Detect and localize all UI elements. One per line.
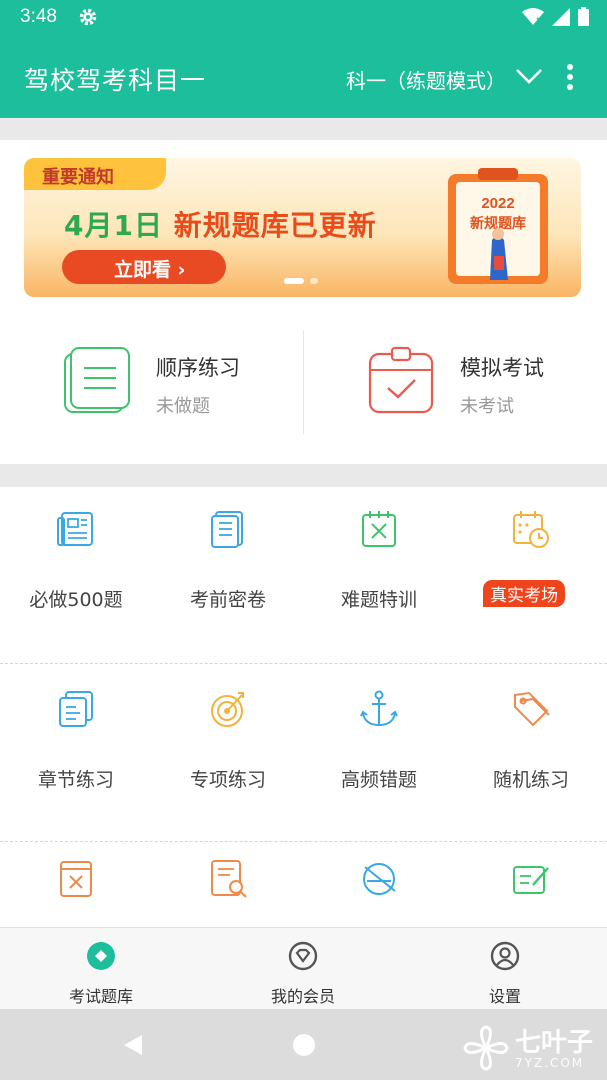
tab-label: 我的会员 (270, 987, 335, 1006)
dashed-divider (0, 841, 607, 842)
banner-dot[interactable] (310, 278, 318, 284)
grid-item-notes[interactable] (455, 859, 607, 919)
x-card-icon (56, 859, 96, 899)
grid-label: 专项练习 (189, 769, 266, 791)
watermark-sub: 7YZ.COM (514, 1056, 585, 1070)
gear-icon (78, 7, 98, 31)
leaf-logo-icon (463, 1025, 509, 1075)
back-icon[interactable] (122, 1033, 144, 1061)
grid-label: 章节练习 (37, 769, 114, 791)
x-note-icon (359, 509, 399, 549)
banner-tag: 重要通知 (24, 158, 166, 190)
tags-icon (511, 689, 551, 729)
booklet-icon (208, 509, 248, 549)
mock-exam-label: 模拟考试 (460, 356, 544, 380)
clipboard-illustration: 2022 新规题库 (442, 166, 562, 297)
sequence-practice-label: 顺序练习 (156, 356, 240, 380)
banner-date: 4月1日 (64, 209, 163, 242)
view-now-button[interactable]: 立即看 › (62, 250, 226, 284)
signal-icon (552, 7, 570, 30)
mock-exam-status: 未考试 (460, 396, 514, 417)
banner-pagination (284, 278, 318, 284)
more-options-icon[interactable] (566, 64, 574, 94)
tab-member[interactable]: 我的会员 (202, 928, 404, 1010)
tab-label: 考试题库 (68, 987, 133, 1006)
bottom-nav: 考试题库 我的会员 设置 (0, 927, 607, 1009)
watermark: 七叶子 7YZ.COM (463, 1025, 593, 1075)
no-sign-icon (359, 859, 399, 899)
top-card: 重要通知 4月1日 新规题库已更新 立即看 › 2022 新规题库 顺序练习 未… (0, 140, 607, 464)
status-bar: 3:48 (0, 0, 607, 36)
mode-selector[interactable]: 科一（练题模式） (346, 65, 506, 94)
dashed-divider (0, 663, 607, 664)
grid-label: 必做500题 (29, 589, 123, 611)
grid-label: 难题特训 (340, 589, 417, 611)
tab-settings[interactable]: 设置 (404, 928, 606, 1010)
app-bar: 驾校驾考科目一 科一（练题模式） (0, 36, 607, 118)
settings-user-icon (490, 941, 520, 975)
newspaper-icon (56, 509, 96, 549)
question-bank-icon (86, 941, 116, 975)
watermark-text: 七叶子 (514, 1028, 593, 1058)
banner-headline: 4月1日 新规题库已更新 (64, 204, 377, 244)
documents-icon (56, 689, 96, 729)
target-icon (208, 689, 248, 729)
exam-clipboard-icon (366, 346, 436, 420)
document-search-icon (208, 859, 248, 899)
anchor-icon (359, 689, 399, 729)
notice-banner[interactable]: 重要通知 4月1日 新规题库已更新 立即看 › 2022 新规题库 (24, 158, 581, 297)
grid-item-frequent-errors[interactable]: 高频错题 (303, 689, 455, 819)
board-year: 2022 (481, 195, 514, 212)
tab-label: 设置 (488, 987, 521, 1006)
tab-question-bank[interactable]: 考试题库 (0, 928, 202, 1010)
grid-label: 高频错题 (340, 769, 417, 791)
grid-item-search-doc[interactable] (152, 859, 304, 919)
grid-item-must-do[interactable]: 必做500题 (0, 509, 152, 639)
sequence-practice-status: 未做题 (156, 396, 210, 417)
home-icon[interactable] (292, 1033, 316, 1061)
grid-item-wrong-book[interactable] (0, 859, 152, 919)
notebook-icon (62, 346, 132, 420)
status-time: 3:48 (20, 6, 57, 27)
real-exam-badge[interactable]: 真实考场 (483, 580, 565, 607)
grid-item-no-entry[interactable] (303, 859, 455, 919)
battery-icon (578, 7, 589, 30)
mock-exam[interactable]: 模拟考试 未考试 (304, 326, 607, 436)
banner-dot-active[interactable] (284, 278, 304, 284)
grid-item-special[interactable]: 专项练习 (152, 689, 304, 819)
sequence-practice[interactable]: 顺序练习 未做题 (0, 326, 303, 436)
grid-label: 考前密卷 (189, 589, 266, 611)
banner-headline-text: 新规题库已更新 (173, 209, 377, 242)
feature-grid: 必做500题 考前密卷 难题特训 真实考场 章节练习 专项练习 高频错题 随机练… (0, 487, 607, 927)
system-nav-bar: 七叶子 7YZ.COM (0, 1009, 607, 1080)
grid-label: 随机练习 (492, 769, 569, 791)
member-icon (288, 941, 318, 975)
grid-item-hard-training[interactable]: 难题特训 (303, 509, 455, 639)
edit-note-icon (511, 859, 551, 899)
wifi-icon (522, 7, 544, 30)
grid-item-chapter[interactable]: 章节练习 (0, 689, 152, 819)
chevron-down-icon[interactable] (514, 66, 544, 90)
grid-item-real-exam[interactable] (455, 509, 607, 639)
page-title: 驾校驾考科目一 (24, 66, 207, 95)
calendar-clock-icon (511, 509, 551, 549)
grid-item-random[interactable]: 随机练习 (455, 689, 607, 819)
grid-item-secret-paper[interactable]: 考前密卷 (152, 509, 304, 639)
